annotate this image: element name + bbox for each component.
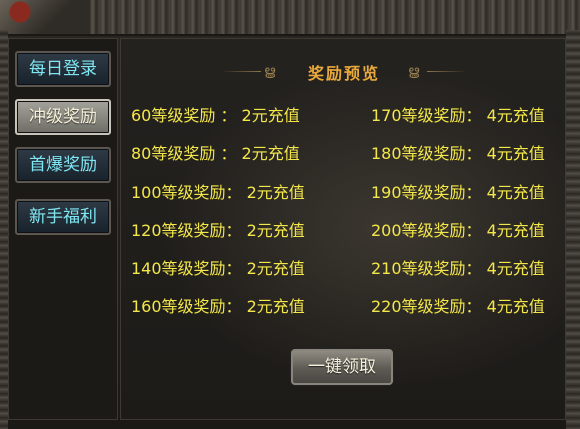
reward-item: 80等级奖励 ： 2元充值 — [131, 144, 300, 163]
sidebar: 每日登录 冲级奖励 首爆奖励 新手福利 — [8, 38, 118, 420]
reward-item: 170等级奖励： 4元充值 — [371, 106, 545, 125]
reward-item: 160等级奖励： 2元充值 — [131, 297, 305, 316]
reward-item: 140等级奖励： 2元充值 — [131, 259, 305, 278]
game-window: 每日登录 冲级奖励 首爆奖励 新手福利 ൠ 奖励预览 ൠ 60等级奖励 ： 2元… — [0, 0, 580, 429]
reward-item: 190等级奖励： 4元充值 — [371, 183, 545, 202]
reward-panel: ൠ 奖励预览 ൠ 60等级奖励 ： 2元充值 80等级奖励 ： 2元充值 100… — [120, 38, 566, 420]
reward-item: 100等级奖励： 2元充值 — [131, 183, 305, 202]
reward-item: 180等级奖励： 4元充值 — [371, 144, 545, 163]
divider — [427, 71, 467, 72]
ornate-top-border — [0, 0, 580, 36]
claim-all-button[interactable]: 一键领取 — [291, 349, 393, 385]
reward-item: 60等级奖励 ： 2元充值 — [131, 106, 300, 125]
sidebar-item-first-drop-rewards[interactable]: 首爆奖励 — [15, 147, 111, 183]
reward-item: 210等级奖励： 4元充值 — [371, 259, 545, 278]
dragon-ornament-icon — [0, 0, 90, 34]
reward-item: 120等级奖励： 2元充值 — [131, 221, 305, 240]
panel-header: ൠ 奖励预览 ൠ — [121, 59, 567, 83]
reward-item: 200等级奖励： 4元充值 — [371, 221, 545, 240]
panel-title: 奖励预览 — [307, 64, 380, 83]
sidebar-item-newbie-benefits[interactable]: 新手福利 — [15, 199, 111, 235]
sidebar-item-daily-login[interactable]: 每日登录 — [15, 51, 111, 87]
scroll-ornament-icon: ൠ — [408, 64, 420, 79]
right-border — [566, 30, 580, 429]
reward-item: 220等级奖励： 4元充值 — [371, 297, 545, 316]
sidebar-item-level-rewards[interactable]: 冲级奖励 — [15, 99, 111, 135]
left-border — [0, 30, 8, 429]
